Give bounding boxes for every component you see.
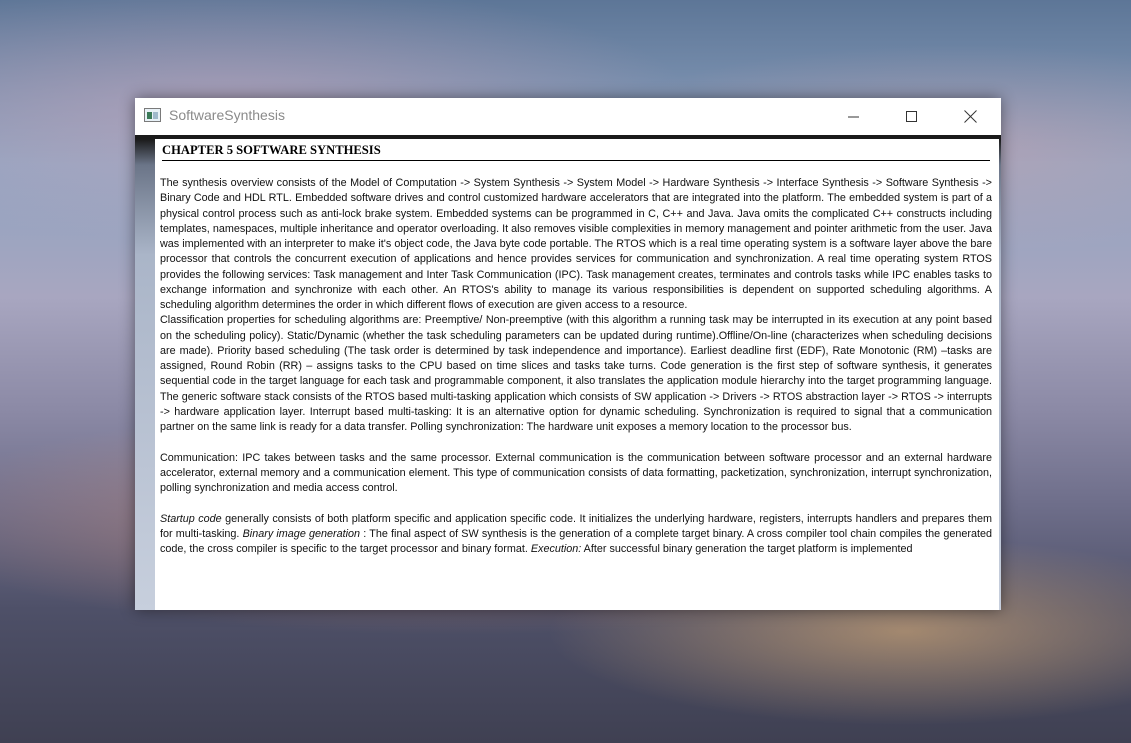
binary-image-label: Binary image generation [242, 527, 361, 540]
maximize-icon [906, 110, 917, 122]
chapter-heading: CHAPTER 5 SOFTWARE SYNTHESIS [162, 143, 990, 161]
app-window: SoftwareSynthesis CHAPTER 5 SOFTWARE SYN… [135, 98, 1001, 610]
execution-label: Execution: [530, 543, 582, 555]
maximize-button[interactable] [883, 98, 941, 135]
window-title: SoftwareSynthesis [169, 107, 285, 123]
document-body: The synthesis overview consists of the M… [160, 176, 992, 557]
startup-code-label: Startup code [160, 512, 222, 525]
close-icon [963, 110, 977, 123]
app-window-icon [144, 108, 161, 122]
paragraph-overview: The synthesis overview consists of the M… [160, 177, 992, 311]
minimize-icon [848, 116, 859, 117]
minimize-button[interactable] [825, 98, 883, 135]
paragraph-communication: Communication: IPC takes between tasks a… [160, 451, 992, 495]
title-bar[interactable]: SoftwareSynthesis [135, 98, 1001, 135]
close-button[interactable] [941, 98, 999, 135]
document-frame: CHAPTER 5 SOFTWARE SYNTHESIS The synthes… [135, 135, 1001, 610]
paragraph-startup: Startup code generally consists of both … [160, 512, 992, 558]
execution-text: After successful binary generation the t… [581, 543, 913, 555]
document-page[interactable]: CHAPTER 5 SOFTWARE SYNTHESIS The synthes… [155, 139, 999, 610]
paragraph-scheduling: Classification properties for scheduling… [160, 314, 992, 433]
